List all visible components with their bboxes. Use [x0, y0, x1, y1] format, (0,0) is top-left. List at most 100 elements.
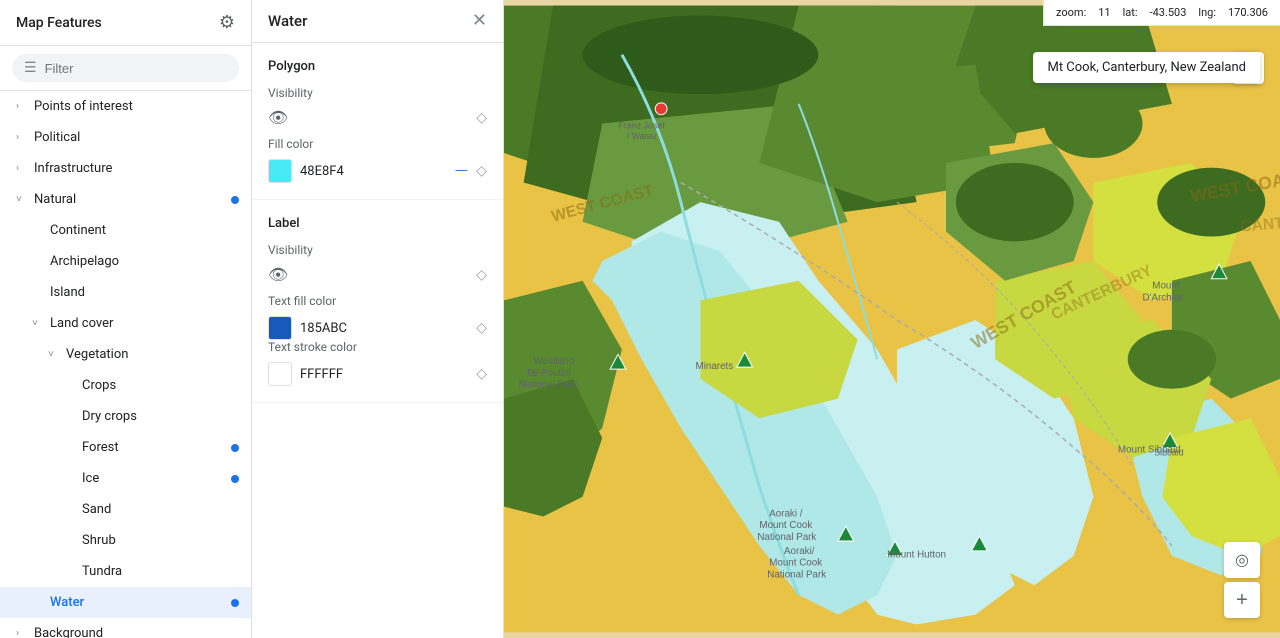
sidebar-item-label: Political — [34, 130, 235, 145]
lng-value: 170.306 — [1228, 6, 1268, 19]
svg-text:National Park: National Park — [767, 569, 826, 580]
svg-text:Aoraki/: Aoraki/ — [784, 546, 815, 557]
diamond-icon[interactable]: ◇ — [476, 110, 487, 126]
color-swatch-wrap: 185ABC — [268, 316, 347, 340]
active-dot — [231, 196, 239, 204]
map-coords-bar: zoom: 11 lat: -43.503 lng: 170.306 — [1043, 0, 1280, 26]
sidebar-title: Map Features — [16, 15, 102, 31]
sidebar-item-label: Sand — [82, 502, 235, 517]
sidebar-item-island[interactable]: ›Island — [0, 277, 251, 308]
svg-text:Franz Josef: Franz Josef — [618, 120, 665, 130]
color-row-fill-color: 48E8F4 — ◇ — [268, 159, 487, 183]
svg-text:/ Waiau: / Waiau — [627, 131, 657, 141]
svg-text:Minarets: Minarets — [696, 361, 734, 372]
lat-value: -43.503 — [1150, 6, 1187, 19]
section-title: Label — [268, 216, 487, 231]
sidebar-item-label: Island — [50, 285, 235, 300]
sidebar-item-label: Continent — [50, 223, 235, 238]
svg-text:National Park: National Park — [757, 532, 816, 543]
prop-label-visibility: Visibility — [268, 86, 487, 100]
panel-title: Water — [268, 12, 307, 30]
prop-label-label-visibility: Visibility — [268, 243, 487, 257]
sidebar-header: Map Features ⚙ — [0, 0, 251, 46]
sidebar-items: › Points of interest ›Political › Infrastruc… — [0, 91, 251, 638]
map-area: zoom: 11 lat: -43.503 lng: 170.306 — [504, 0, 1280, 638]
sidebar-item-label: Dry crops — [82, 409, 235, 424]
svg-text:Mount: Mount — [1152, 281, 1180, 292]
panel-section-label: LabelVisibility 👁 ◇ Text fill color 185A… — [252, 200, 503, 403]
sidebar-item-archipelago[interactable]: ›Archipelago — [0, 246, 251, 277]
svg-text:D'Archiac: D'Archiac — [1142, 292, 1184, 303]
color-swatch[interactable] — [268, 316, 292, 340]
remove-color-button[interactable]: — — [454, 161, 468, 182]
zoom-label: zoom: — [1056, 6, 1086, 19]
color-row-text-fill-color: 185ABC ◇ — [268, 316, 487, 340]
sidebar-item-forest[interactable]: ›Forest — [0, 432, 251, 463]
color-swatch[interactable] — [268, 159, 292, 183]
visibility-row: 👁 ◇ — [268, 108, 487, 127]
diamond-icon[interactable]: ◇ — [476, 320, 487, 336]
svg-text:National Park: National Park — [519, 380, 578, 391]
svg-text:Tai Poutini: Tai Poutini — [526, 368, 571, 379]
lng-label: lng: — [1198, 6, 1216, 19]
settings-icon[interactable]: ⚙ — [219, 12, 235, 33]
active-dot — [231, 444, 239, 452]
sidebar-item-tundra[interactable]: ›Tundra — [0, 556, 251, 587]
color-swatch[interactable] — [268, 362, 292, 386]
chevron-icon: ˅ — [48, 349, 60, 360]
sidebar-item-continent[interactable]: ›Continent — [0, 215, 251, 246]
diamond-icon[interactable]: ◇ — [476, 163, 487, 179]
prop-label-text-stroke-color: Text stroke color — [268, 340, 487, 354]
color-row-text-stroke-color: FFFFFF ◇ — [268, 362, 487, 386]
sidebar-item-label: Water — [50, 595, 235, 610]
active-dot — [231, 475, 239, 483]
panel-section-polygon: PolygonVisibility 👁 ◇ Fill color 48E8F4 … — [252, 43, 503, 200]
eye-icon[interactable]: 👁 — [268, 265, 288, 284]
lat-label: lat: — [1123, 6, 1138, 19]
diamond-icon[interactable]: ◇ — [476, 366, 487, 382]
color-value: FFFFFF — [300, 367, 343, 382]
svg-text:Mount Cook: Mount Cook — [769, 558, 822, 569]
sidebar: Map Features ⚙ ☰ ›Points of interest›Pol… — [0, 0, 252, 638]
sidebar-item-political[interactable]: ›Political — [0, 122, 251, 153]
sidebar-item-points-of-interest[interactable]: › Points of interest — [0, 91, 251, 122]
svg-text:Westland: Westland — [533, 356, 574, 367]
sidebar-item-label: Shrub — [82, 533, 235, 548]
sidebar-item-ice[interactable]: ›Ice — [0, 463, 251, 494]
sidebar-item-label: Tundra — [82, 564, 235, 579]
sidebar-item-shrub[interactable]: ›Shrub — [0, 525, 251, 556]
zoom-in-button[interactable]: + — [1224, 582, 1260, 618]
sidebar-item-dry-crops[interactable]: ›Dry crops — [0, 401, 251, 432]
svg-text:Mount Cook: Mount Cook — [759, 520, 812, 531]
sidebar-item-land-cover[interactable]: ˅Land cover — [0, 308, 251, 339]
sidebar-item-water[interactable]: ›Water — [0, 587, 251, 618]
sidebar-item-label: Land cover — [50, 316, 235, 331]
chevron-icon: › — [16, 163, 28, 174]
diamond-icon[interactable]: ◇ — [476, 267, 487, 283]
feature-panel: Water ✕ PolygonVisibility 👁 ◇ Fill color… — [252, 0, 504, 638]
close-button[interactable]: ✕ — [472, 12, 487, 30]
svg-text:Aoraki /: Aoraki / — [769, 508, 803, 519]
color-swatch-wrap: 48E8F4 — [268, 159, 344, 183]
map-controls: ◎ + — [1224, 542, 1260, 618]
sidebar-item-background[interactable]: ›Background — [0, 618, 251, 638]
sidebar-item-natural[interactable]: ˅Natural — [0, 184, 251, 215]
my-location-button[interactable]: ◎ — [1224, 542, 1260, 578]
eye-icon[interactable]: 👁 — [268, 108, 288, 127]
location-badge: Mt Cook, Canterbury, New Zealand — [1033, 52, 1260, 83]
sidebar-item-label: Natural — [34, 192, 235, 207]
sidebar-item-label: Points of interest — [34, 99, 235, 114]
active-dot — [231, 599, 239, 607]
sidebar-item-sand[interactable]: ›Sand — [0, 494, 251, 525]
sidebar-item-label: Infrastructure — [34, 161, 235, 176]
sidebar-item-infrastructure[interactable]: › Infrastructure — [0, 153, 251, 184]
sidebar-item-vegetation[interactable]: ˅Vegetation — [0, 339, 251, 370]
filter-input[interactable] — [45, 61, 227, 76]
svg-text:Sibbald: Sibbald — [1154, 448, 1184, 458]
section-title: Polygon — [268, 59, 487, 74]
chevron-icon: › — [16, 101, 28, 112]
sidebar-item-label: Crops — [82, 378, 235, 393]
visibility-row: 👁 ◇ — [268, 265, 487, 284]
color-value: 185ABC — [300, 321, 347, 336]
sidebar-item-crops[interactable]: ›Crops — [0, 370, 251, 401]
